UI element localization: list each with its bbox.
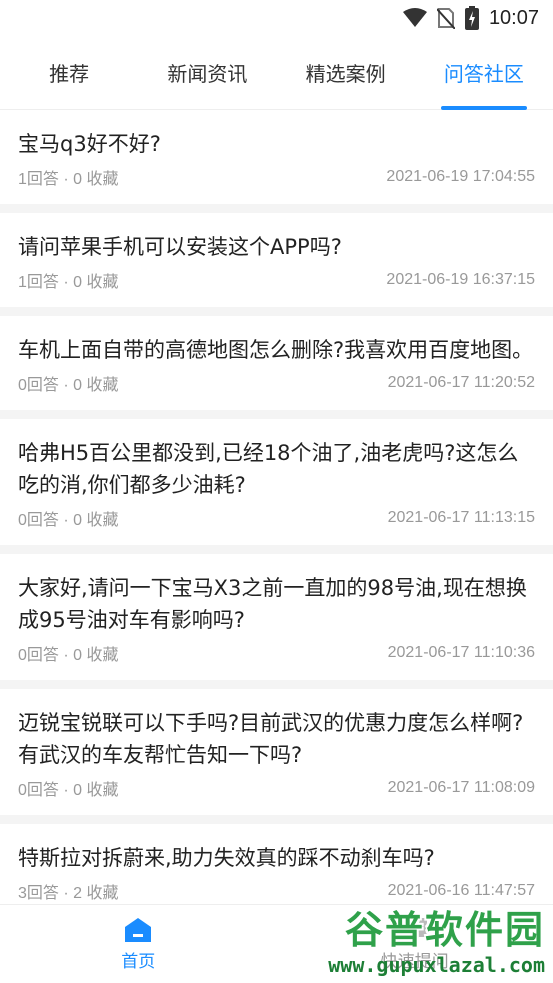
wifi-icon: [402, 8, 427, 27]
question-time: 2021-06-19 17:04:55: [386, 168, 535, 185]
question-meta: 1回答 · 0 收藏 2021-06-19 16:37:15: [18, 267, 535, 307]
nav-quick-question-label: 快速提问: [380, 951, 449, 972]
question-stats: 0回答 · 0 收藏: [18, 647, 119, 664]
question-title: 宝马q3好不好?: [18, 132, 161, 156]
question-icon: ?: [402, 917, 427, 942]
bottom-nav: 首页 ? 快速提问: [0, 904, 553, 983]
status-bar: 10:07: [0, 0, 553, 36]
question-time: 2021-06-17 11:10:36: [387, 644, 535, 661]
question-title: 哈弗H5百公里都没到,已经18个油了,油老虎吗?这怎么吃的消,你们都多少油耗?: [18, 441, 519, 497]
question-meta: 0回答 · 0 收藏 2021-06-17 11:13:15: [18, 505, 535, 545]
question-item[interactable]: 大家好,请问一下宝马X3之前一直加的98号油,现在想换成95号油对车有影响吗? …: [0, 554, 553, 689]
question-stats: 1回答 · 0 收藏: [18, 171, 119, 188]
question-time: 2021-06-17 11:13:15: [387, 509, 535, 526]
question-title: 请问苹果手机可以安装这个APP吗?: [18, 235, 342, 259]
question-item[interactable]: 请问苹果手机可以安装这个APP吗? 1回答 · 0 收藏 2021-06-19 …: [0, 213, 553, 316]
question-item[interactable]: 哈弗H5百公里都没到,已经18个油了,油老虎吗?这怎么吃的消,你们都多少油耗? …: [0, 419, 553, 554]
nav-home[interactable]: 首页: [0, 905, 277, 983]
question-stats: 0回答 · 0 收藏: [18, 377, 119, 394]
question-list: 宝马q3好不好? 1回答 · 0 收藏 2021-06-19 17:04:55 …: [0, 110, 553, 905]
no-sim-icon: [436, 8, 455, 29]
clock: 10:07: [488, 6, 539, 29]
tab-qa-community[interactable]: 问答社区: [415, 36, 553, 109]
question-title: 大家好,请问一下宝马X3之前一直加的98号油,现在想换成95号油对车有影响吗?: [18, 576, 527, 632]
question-time: 2021-06-16 11:47:57: [387, 882, 535, 899]
question-title: 迈锐宝锐联可以下手吗?目前武汉的优惠力度怎么样啊?有武汉的车友帮忙告知一下吗?: [18, 711, 524, 767]
nav-home-label: 首页: [121, 951, 156, 972]
question-time: 2021-06-19 16:37:15: [386, 271, 535, 288]
tab-news[interactable]: 新闻资讯: [138, 36, 276, 109]
question-meta: 0回答 · 0 收藏 2021-06-17 11:10:36: [18, 640, 535, 680]
category-tabs: 推荐 新闻资讯 精选案例 问答社区: [0, 36, 553, 110]
question-title: 车机上面自带的高德地图怎么删除?我喜欢用百度地图。: [18, 338, 534, 362]
svg-text:?: ?: [410, 920, 419, 936]
question-time: 2021-06-17 11:08:09: [387, 779, 535, 796]
question-item[interactable]: 迈锐宝锐联可以下手吗?目前武汉的优惠力度怎么样啊?有武汉的车友帮忙告知一下吗? …: [0, 689, 553, 824]
question-meta: 1回答 · 0 收藏 2021-06-19 17:04:55: [18, 164, 535, 204]
battery-charging-icon: [464, 6, 479, 30]
question-stats: 3回答 · 2 收藏: [18, 885, 119, 902]
question-title: 特斯拉对拆蔚来,助力失效真的踩不动刹车吗?: [18, 846, 435, 870]
question-item[interactable]: 车机上面自带的高德地图怎么删除?我喜欢用百度地图。 0回答 · 0 收藏 202…: [0, 316, 553, 419]
nav-quick-question[interactable]: ? 快速提问: [277, 905, 553, 983]
question-stats: 1回答 · 0 收藏: [18, 274, 119, 291]
tab-recommend[interactable]: 推荐: [0, 36, 138, 109]
tab-cases[interactable]: 精选案例: [277, 36, 415, 109]
question-stats: 0回答 · 0 收藏: [18, 782, 119, 799]
question-time: 2021-06-17 11:20:52: [387, 374, 535, 391]
question-meta: 0回答 · 0 收藏 2021-06-17 11:08:09: [18, 775, 535, 815]
question-stats: 0回答 · 0 收藏: [18, 512, 119, 529]
home-icon: [125, 917, 152, 942]
question-item[interactable]: 特斯拉对拆蔚来,助力失效真的踩不动刹车吗? 3回答 · 2 收藏 2021-06…: [0, 824, 553, 905]
question-item[interactable]: 宝马q3好不好? 1回答 · 0 收藏 2021-06-19 17:04:55: [0, 110, 553, 213]
question-meta: 0回答 · 0 收藏 2021-06-17 11:20:52: [18, 370, 535, 410]
question-meta: 3回答 · 2 收藏 2021-06-16 11:47:57: [18, 878, 535, 905]
